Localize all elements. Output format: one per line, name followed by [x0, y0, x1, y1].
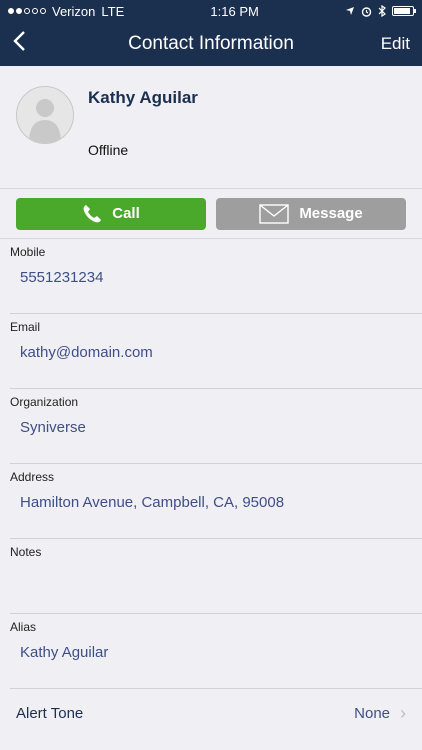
location-icon: [346, 7, 354, 15]
page-title: Contact Information: [128, 33, 294, 54]
notes-field: Notes: [10, 539, 422, 614]
message-button[interactable]: Message: [216, 197, 406, 230]
field-label: Mobile: [10, 245, 46, 259]
message-label: Message: [299, 205, 363, 222]
contact-name: Kathy Aguilar: [88, 88, 198, 107]
call-button[interactable]: Call: [16, 197, 206, 230]
network-label: LTE: [101, 3, 125, 19]
contact-header: Kathy Aguilar Offline: [0, 66, 422, 189]
organization-value: Syniverse: [20, 419, 86, 436]
action-row: Call Message: [0, 189, 422, 239]
field-label: Alias: [10, 620, 37, 634]
bluetooth-icon: [378, 5, 386, 17]
status-bar: Verizon LTE 1:16 PM: [0, 0, 422, 22]
field-label: Email: [10, 320, 41, 334]
status-right: [345, 5, 416, 17]
back-button[interactable]: [12, 30, 26, 58]
battery-icon: [392, 6, 416, 16]
address-value[interactable]: Hamilton Avenue, Campbell, CA, 95008: [20, 494, 284, 511]
mobile-field[interactable]: Mobile 5551231234: [10, 239, 422, 314]
mobile-value[interactable]: 5551231234: [20, 269, 103, 286]
phone-icon: [83, 204, 102, 222]
status-left: Verizon LTE: [8, 4, 124, 19]
organization-field: Organization Syniverse: [10, 389, 422, 464]
nav-bar: Contact Information Edit: [0, 22, 422, 66]
chevron-right-icon: ›: [400, 702, 406, 723]
presence-status: Offline: [88, 142, 129, 158]
clock: 1:16 PM: [210, 3, 259, 19]
person-placeholder-icon: [29, 99, 61, 143]
envelope-icon: [259, 203, 290, 224]
avatar: [16, 86, 74, 144]
call-label: Call: [112, 205, 140, 222]
alias-value: Kathy Aguilar: [20, 644, 109, 661]
edit-button[interactable]: Edit: [381, 34, 410, 54]
field-label: Notes: [10, 545, 42, 559]
email-value[interactable]: kathy@domain.com: [20, 344, 153, 361]
alias-field: Alias Kathy Aguilar: [10, 614, 422, 689]
alert-tone-row[interactable]: Alert Tone None ›: [0, 689, 422, 737]
alert-tone-label: Alert Tone: [16, 704, 84, 722]
chevron-left-icon: [13, 31, 25, 51]
signal-strength-icon: [8, 8, 46, 14]
alert-tone-value: None: [354, 704, 390, 722]
field-label: Address: [10, 470, 55, 484]
email-field[interactable]: Email kathy@domain.com: [10, 314, 422, 389]
alarm-icon: [361, 6, 372, 17]
address-field[interactable]: Address Hamilton Avenue, Campbell, CA, 9…: [10, 464, 422, 539]
carrier-label: Verizon: [52, 3, 96, 19]
field-label: Organization: [10, 395, 79, 409]
alert-tone-selector: None ›: [354, 703, 406, 724]
